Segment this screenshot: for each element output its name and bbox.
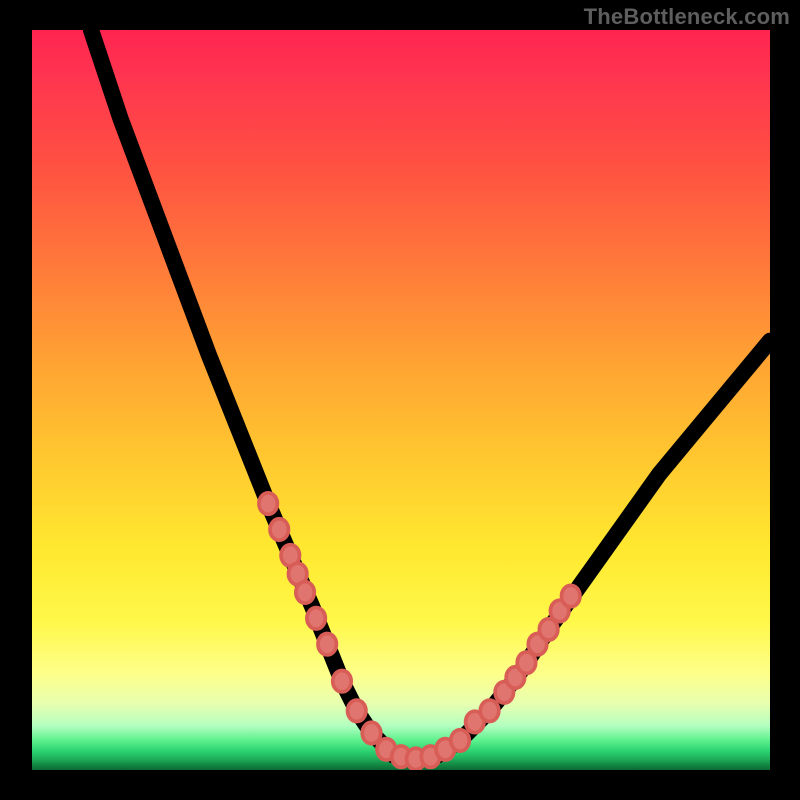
bead [296,582,314,603]
watermark-text: TheBottleneck.com [584,4,790,30]
chart-frame: TheBottleneck.com [0,0,800,800]
curve-layer [32,30,770,770]
bead [480,700,498,721]
data-beads [259,493,580,770]
bead [270,519,288,540]
bead [347,700,365,721]
bead [307,608,325,629]
plot-area [32,30,770,770]
bead [562,585,580,606]
bead [451,730,469,751]
bead [362,722,380,743]
bead [318,633,336,654]
bead [259,493,277,514]
bottleneck-curve [91,30,770,759]
bead [333,670,351,691]
